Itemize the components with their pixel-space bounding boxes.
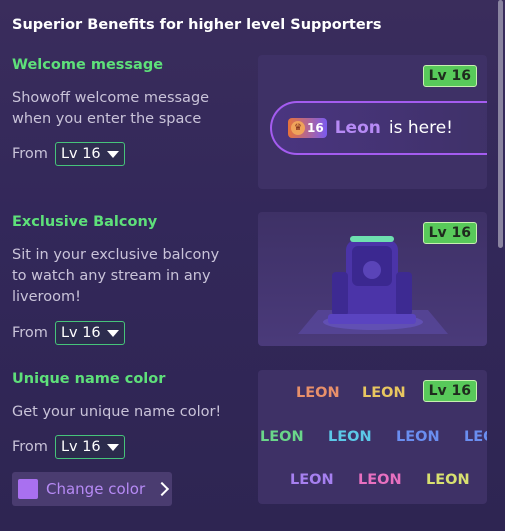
name-sample: LEON [426,472,470,488]
level-value: Lv 16 [60,325,101,341]
preview-suffix: is here! [388,118,453,138]
caret-down-icon [106,329,119,337]
level-badge: Lv 16 [422,65,477,87]
scrollbar[interactable] [498,0,503,248]
namecolor-from-row: From Lv 16 [12,435,125,459]
from-label: From [12,325,48,341]
caret-down-icon [106,443,119,451]
desc-line: Sit in your exclusive balcony [12,247,220,263]
name-sample: LEO [464,429,487,445]
level-number: 16 [307,121,324,135]
welcome-message-title: Welcome message [12,57,164,73]
crest-icon: ♛ [291,121,305,135]
name-sample: LEON [362,385,406,401]
desc-line: Showoff welcome message [12,90,210,106]
balcony-level-select[interactable]: Lv 16 [54,321,125,345]
desc-line: when you enter the space [12,111,202,127]
unique-name-color-title: Unique name color [12,371,166,387]
desc-line: liveroom! [12,289,81,305]
name-sample: LEON [396,429,440,445]
level-value: Lv 16 [60,146,101,162]
level-badge: Lv 16 [422,380,477,402]
color-swatch [18,479,38,499]
namecolor-preview-card: Lv 16 LEON LEON LEON LEON LEON LEO LEON … [258,370,487,504]
change-color-button[interactable]: Change color [12,472,172,506]
desc-line: Get your unique name color! [12,404,222,420]
level-icon: ♛ 16 [288,118,327,138]
welcome-preview-card: Lv 16 ♛ 16 Leon is here! [258,55,487,189]
chevron-right-icon [155,481,170,497]
page-title: Superior Benefits for higher level Suppo… [12,17,382,33]
name-sample: LEON [358,472,402,488]
caret-down-icon [106,150,119,158]
welcome-message-desc: Showoff welcome message when you enter t… [12,88,209,130]
change-color-label: Change color [46,480,146,498]
balcony-preview-card: Lv 16 [258,212,487,346]
level-badge: Lv 16 [422,222,477,244]
name-sample: LEON [290,472,334,488]
welcome-level-select[interactable]: Lv 16 [54,142,125,166]
balcony-from-row: From Lv 16 [12,321,125,345]
from-label: From [12,146,48,162]
welcome-preview-pill: ♛ 16 Leon is here! [270,101,487,155]
namecolor-level-select[interactable]: Lv 16 [54,435,125,459]
name-sample: LEON [260,429,304,445]
welcome-from-row: From Lv 16 [12,142,125,166]
unique-name-color-desc: Get your unique name color! [12,402,221,423]
name-sample: LEON [328,429,372,445]
preview-username: Leon [334,118,381,138]
exclusive-balcony-desc: Sit in your exclusive balcony to watch a… [12,245,219,308]
exclusive-balcony-title: Exclusive Balcony [12,214,158,230]
from-label: From [12,439,48,455]
level-value: Lv 16 [60,439,101,455]
name-sample: LEON [296,385,340,401]
desc-line: to watch any stream in any [12,268,211,284]
